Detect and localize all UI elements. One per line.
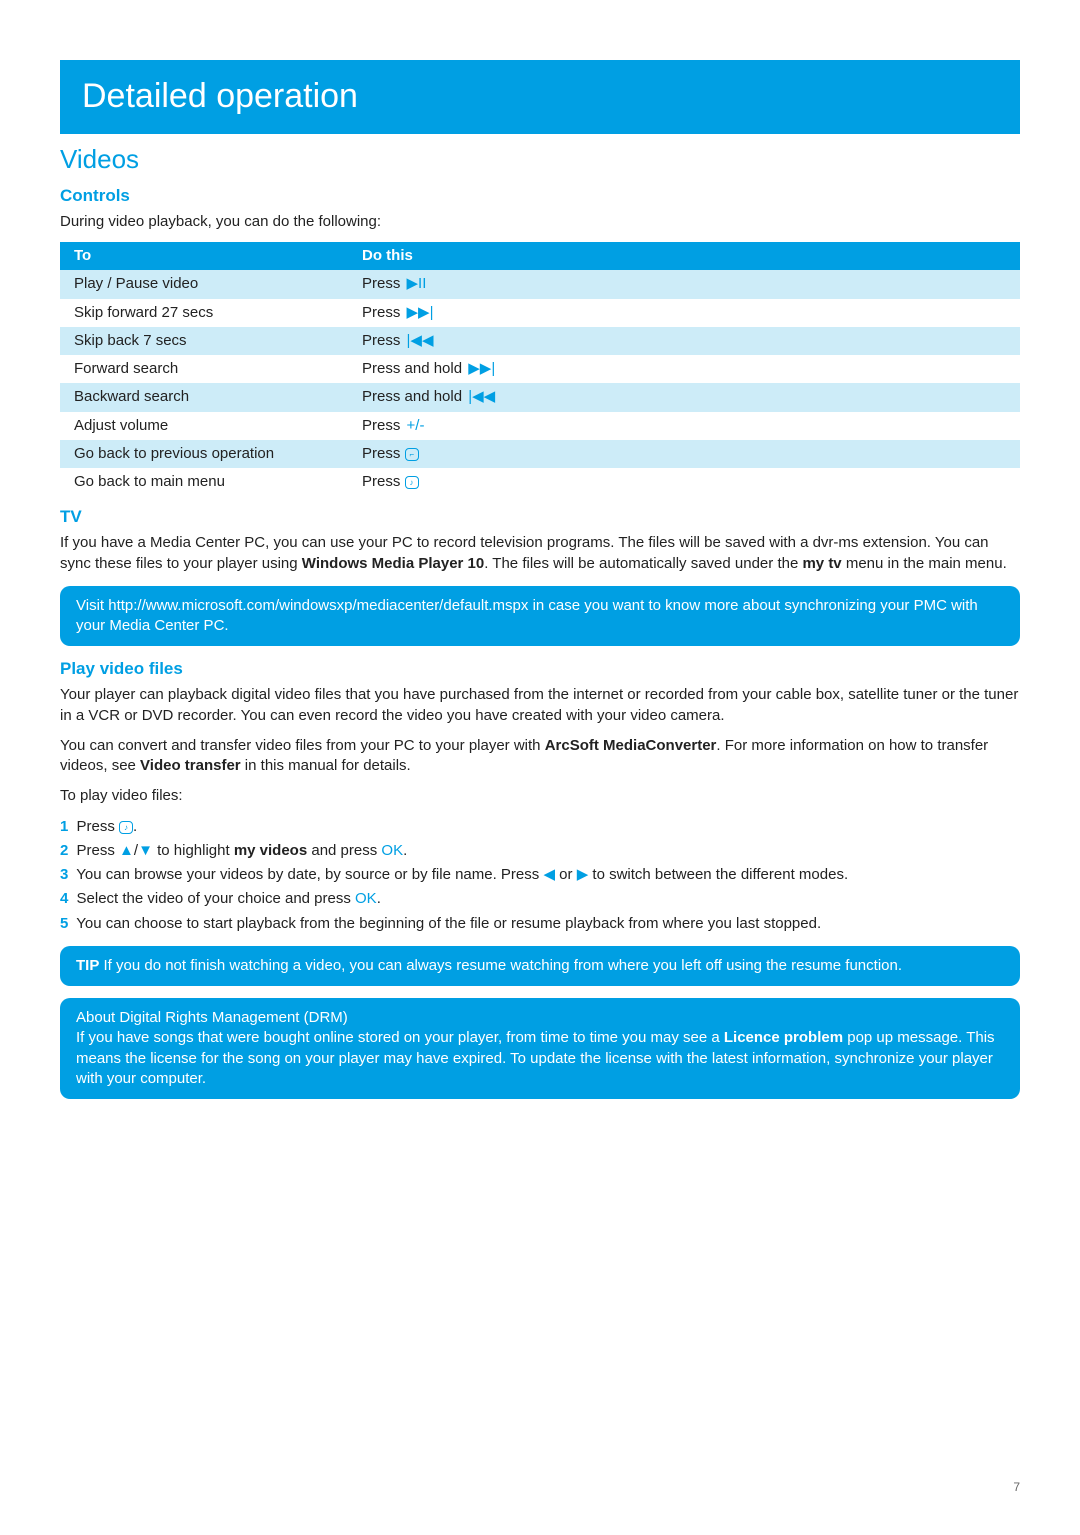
cell-to: Adjust volume xyxy=(60,412,348,440)
play-lead: To play video files: xyxy=(60,786,1020,806)
table-row: Adjust volume Press +/- xyxy=(60,412,1020,440)
home-icon: ♪ xyxy=(405,476,419,489)
play-steps: 1 Press ♪. 2 Press ▲/▼ to highlight my v… xyxy=(60,817,1020,934)
list-item: 1 Press ♪. xyxy=(60,817,1020,837)
table-row: Forward search Press and hold ▶▶| xyxy=(60,355,1020,383)
cell-to: Go back to main menu xyxy=(60,468,348,496)
volume-icon: +/- xyxy=(407,416,425,436)
left-arrow-icon: ◀ xyxy=(543,865,555,885)
play-pause-icon: ▶II xyxy=(407,274,427,294)
page-number: 7 xyxy=(60,1479,1020,1495)
table-row: Play / Pause video Press ▶II xyxy=(60,270,1020,298)
play-paragraph-2: You can convert and transfer video files… xyxy=(60,736,1020,777)
cell-do: Press and hold ▶▶| xyxy=(348,355,1020,383)
cell-to: Skip back 7 secs xyxy=(60,327,348,355)
home-icon: ♪ xyxy=(119,821,133,834)
table-row: Go back to previous operation Press ⌐ xyxy=(60,440,1020,468)
drm-callout: About Digital Rights Management (DRM) If… xyxy=(60,998,1020,1099)
controls-intro: During video playback, you can do the fo… xyxy=(60,212,1020,232)
cell-do: Press ▶II xyxy=(348,270,1020,298)
drm-title: About Digital Rights Management (DRM) xyxy=(76,1008,1004,1028)
table-row: Skip back 7 secs Press |◀◀ xyxy=(60,327,1020,355)
page-title: Detailed operation xyxy=(60,60,1020,134)
cell-do: Press ▶▶| xyxy=(348,299,1020,327)
cell-to: Go back to previous operation xyxy=(60,440,348,468)
right-arrow-icon: ▶ xyxy=(577,865,589,885)
drm-body: If you have songs that were bought onlin… xyxy=(76,1028,1004,1089)
cell-to: Skip forward 27 secs xyxy=(60,299,348,327)
skip-back-icon: |◀◀ xyxy=(407,331,434,351)
table-header-do: Do this xyxy=(348,242,1020,270)
cell-to: Forward search xyxy=(60,355,348,383)
up-arrow-icon: ▲ xyxy=(119,841,134,861)
cell-to: Play / Pause video xyxy=(60,270,348,298)
skip-forward-icon: ▶▶| xyxy=(407,303,434,323)
controls-heading: Controls xyxy=(60,185,1020,208)
tv-heading: TV xyxy=(60,506,1020,529)
cell-do: Press |◀◀ xyxy=(348,327,1020,355)
list-item: 4 Select the video of your choice and pr… xyxy=(60,889,1020,909)
down-arrow-icon: ▼ xyxy=(138,841,153,861)
fast-forward-icon: ▶▶| xyxy=(468,359,495,379)
cell-do: Press ⌐ xyxy=(348,440,1020,468)
play-heading: Play video files xyxy=(60,658,1020,681)
table-row: Backward search Press and hold |◀◀ xyxy=(60,383,1020,411)
controls-table: To Do this Play / Pause video Press ▶II … xyxy=(60,242,1020,496)
tip-callout: TIP If you do not finish watching a vide… xyxy=(60,946,1020,986)
rewind-icon: |◀◀ xyxy=(468,387,495,407)
back-icon: ⌐ xyxy=(405,448,420,461)
table-header-to: To xyxy=(60,242,348,270)
cell-do: Press and hold |◀◀ xyxy=(348,383,1020,411)
list-item: 3 You can browse your videos by date, by… xyxy=(60,865,1020,885)
section-heading: Videos xyxy=(60,142,1020,177)
list-item: 5 You can choose to start playback from … xyxy=(60,914,1020,934)
table-row: Skip forward 27 secs Press ▶▶| xyxy=(60,299,1020,327)
table-row: Go back to main menu Press ♪ xyxy=(60,468,1020,496)
list-item: 2 Press ▲/▼ to highlight my videos and p… xyxy=(60,841,1020,861)
tv-callout: Visit http://www.microsoft.com/windowsxp… xyxy=(60,586,1020,647)
cell-do: Press +/- xyxy=(348,412,1020,440)
cell-to: Backward search xyxy=(60,383,348,411)
cell-do: Press ♪ xyxy=(348,468,1020,496)
play-paragraph-1: Your player can playback digital video f… xyxy=(60,685,1020,726)
tv-paragraph: If you have a Media Center PC, you can u… xyxy=(60,533,1020,574)
